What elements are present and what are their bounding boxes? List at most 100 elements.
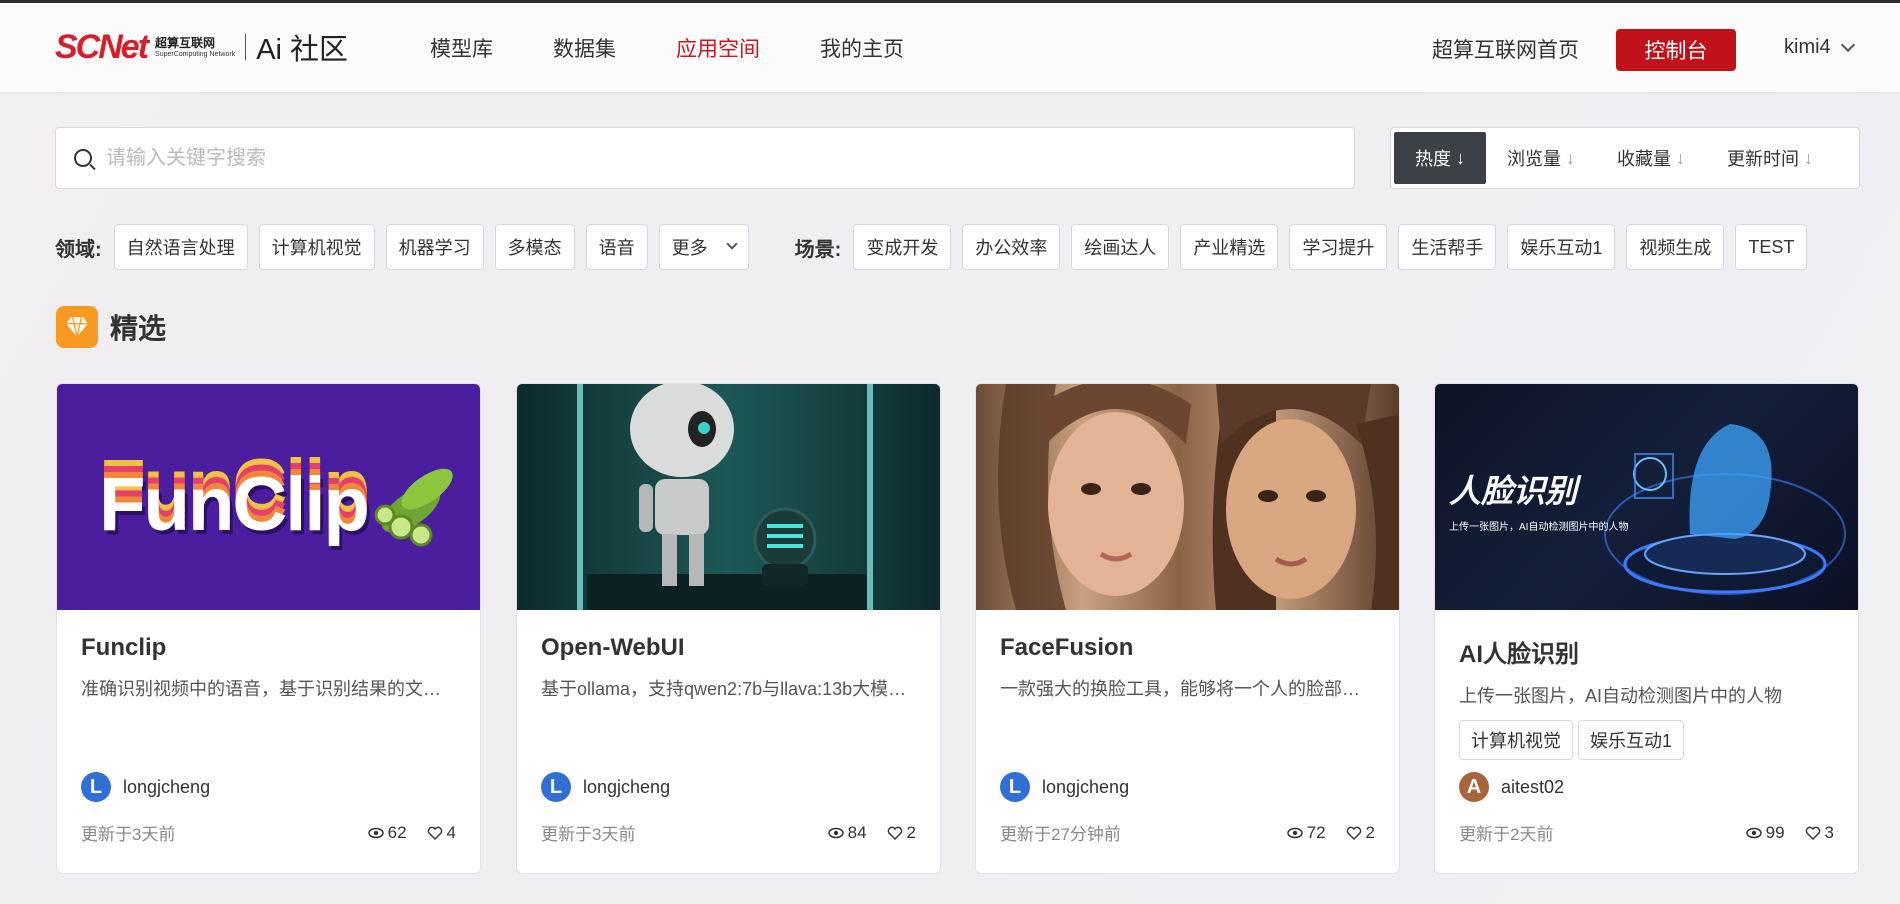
- view-count: 72: [1286, 823, 1326, 843]
- card-meta: 更新于27分钟前 72 2: [1000, 820, 1375, 845]
- sort-bar: 热度 ↓ 浏览量 ↓ 收藏量 ↓ 更新时间 ↓: [1390, 127, 1860, 189]
- faces-illustration: [998, 384, 1399, 610]
- diamond-icon: [56, 306, 98, 348]
- scene-tag-life[interactable]: 生活帮手: [1398, 224, 1497, 270]
- card-title: Open-WebUI: [541, 634, 685, 661]
- user-menu[interactable]: kimi4: [1784, 36, 1855, 59]
- card-author[interactable]: L longjcheng: [81, 772, 210, 802]
- image-title: 人脸识别: [1449, 473, 1578, 509]
- updated-time: 更新于27分钟前: [1000, 825, 1121, 844]
- heart-icon: [427, 826, 442, 840]
- search-box[interactable]: [55, 127, 1355, 189]
- filter-row: 领域: 自然语言处理 计算机视觉 机器学习 多模态 语音 更多 场景: 变成开发…: [55, 224, 1818, 270]
- scene-label: 场景:: [794, 238, 842, 261]
- avatar: A: [1459, 772, 1489, 802]
- card-description: 上传一张图片，AI自动检测图片中的人物: [1459, 686, 1783, 706]
- logo-ai-community: Ai 社区: [256, 34, 349, 66]
- funclip-logo-text: FunClip: [99, 461, 370, 547]
- user-name: kimi4: [1784, 36, 1831, 58]
- like-count[interactable]: 4: [427, 823, 456, 843]
- scene-tag-industry[interactable]: 产业精选: [1180, 224, 1279, 270]
- domain-tag-ml[interactable]: 机器学习: [385, 224, 484, 270]
- logo-wordmark: SCNet: [55, 27, 149, 66]
- card-author[interactable]: L longjcheng: [1000, 772, 1129, 802]
- domain-tag-speech[interactable]: 语音: [585, 224, 648, 270]
- like-count[interactable]: 2: [1346, 823, 1375, 843]
- eye-icon: [827, 827, 844, 838]
- card-meta: 更新于3天前 62 4: [81, 820, 456, 845]
- scene-tag-video[interactable]: 视频生成: [1626, 224, 1725, 270]
- updated-time: 更新于2天前: [1459, 825, 1554, 844]
- scene-tag-drawing[interactable]: 绘画达人: [1071, 224, 1170, 270]
- eye-icon: [1286, 827, 1303, 838]
- top-header: SCNet 超算互联网 SuperComputing Network Ai 社区…: [0, 0, 1900, 92]
- app-card-facefusion[interactable]: FaceFusion 一款强大的换脸工具，能够将一个人的脸部… L longjc…: [975, 383, 1400, 874]
- card-tag[interactable]: 计算机视觉: [1459, 720, 1573, 760]
- heart-icon: [1346, 826, 1361, 840]
- card-tag[interactable]: 娱乐互动1: [1578, 720, 1685, 760]
- card-title: Funclip: [81, 634, 167, 661]
- featured-section-header: 精选: [56, 306, 166, 348]
- scnet-logo[interactable]: SCNet 超算互联网 SuperComputing Network Ai 社区: [55, 27, 348, 67]
- scene-tag-learning[interactable]: 学习提升: [1289, 224, 1388, 270]
- image-subtitle: 上传一张图片，AI自动检测图片中的人物: [1449, 522, 1629, 533]
- card-description: 一款强大的换脸工具，能够将一个人的脸部…: [1000, 679, 1360, 699]
- chevron-down-icon: [726, 238, 738, 250]
- card-tags: 计算机视觉 娱乐互动1: [1459, 720, 1834, 760]
- scene-tag-dev[interactable]: 变成开发: [853, 224, 952, 270]
- card-image: FunClip: [57, 384, 480, 610]
- updated-time: 更新于3天前: [81, 825, 176, 844]
- domain-tag-multimodal[interactable]: 多模态: [494, 224, 575, 270]
- card-image: [976, 384, 1399, 610]
- nav-item-app-space[interactable]: 应用空间: [676, 33, 760, 63]
- domain-tag-cv[interactable]: 计算机视觉: [258, 224, 375, 270]
- view-count: 62: [367, 823, 407, 843]
- card-author[interactable]: L longjcheng: [541, 772, 670, 802]
- sort-by-favorites[interactable]: 收藏量 ↓: [1596, 132, 1706, 184]
- search-icon: [74, 149, 92, 167]
- supercomputing-home-link[interactable]: 超算互联网首页: [1432, 34, 1579, 64]
- card-author[interactable]: A aitest02: [1459, 772, 1564, 802]
- heart-icon: [1805, 826, 1820, 840]
- nav-item-my-home[interactable]: 我的主页: [820, 33, 904, 63]
- chevron-down-icon: [1840, 37, 1855, 52]
- card-title: FaceFusion: [1000, 634, 1134, 661]
- author-name: aitest02: [1501, 776, 1565, 797]
- logo-cn: 超算互联网: [155, 35, 216, 50]
- author-name: longjcheng: [583, 776, 671, 797]
- card-description: 准确识别视频中的语音，基于识别结果的文…: [81, 679, 441, 699]
- card-description: 基于ollama，支持qwen2:7b与llava:13b大模…: [541, 679, 907, 699]
- arrow-down-icon: ↓: [1804, 147, 1813, 168]
- logo-en: SuperComputing Network: [155, 50, 236, 58]
- like-count[interactable]: 3: [1805, 823, 1834, 843]
- app-card-open-webui[interactable]: Open-WebUI 基于ollama，支持qwen2:7b与llava:13b…: [516, 383, 941, 874]
- card-meta: 更新于2天前 99 3: [1459, 820, 1834, 845]
- app-card-funclip[interactable]: FunClip Funclip 准确识别视频中的语音，基于识别结果的文… L l…: [56, 383, 481, 874]
- arrow-down-icon: ↓: [1566, 147, 1575, 168]
- scene-tag-office[interactable]: 办公效率: [962, 224, 1061, 270]
- avatar: L: [81, 772, 111, 802]
- sort-by-update-time[interactable]: 更新时间 ↓: [1706, 132, 1834, 184]
- arrow-down-icon: ↓: [1456, 147, 1465, 168]
- author-name: longjcheng: [123, 776, 211, 797]
- domain-more-dropdown[interactable]: 更多: [658, 224, 749, 270]
- console-button[interactable]: 控制台: [1616, 29, 1736, 71]
- app-card-ai-face-recognition[interactable]: 人脸识别 上传一张图片，AI自动检测图片中的人物 AI人脸识别 上传一张图片，A…: [1434, 383, 1859, 874]
- scene-tag-entertainment[interactable]: 娱乐互动1: [1507, 224, 1616, 270]
- like-count[interactable]: 2: [887, 823, 916, 843]
- card-title: AI人脸识别: [1459, 641, 1579, 668]
- sort-by-popularity[interactable]: 热度 ↓: [1394, 132, 1486, 184]
- eye-icon: [367, 827, 384, 838]
- updated-time: 更新于3天前: [541, 825, 636, 844]
- author-name: longjcheng: [1042, 776, 1130, 797]
- robot-illustration: [577, 384, 873, 610]
- nav-item-datasets[interactable]: 数据集: [553, 33, 616, 63]
- eye-icon: [1745, 827, 1762, 838]
- search-input[interactable]: [106, 146, 1306, 170]
- nav-item-models[interactable]: 模型库: [430, 33, 493, 63]
- sort-by-views[interactable]: 浏览量 ↓: [1486, 132, 1596, 184]
- domain-tag-nlp[interactable]: 自然语言处理: [113, 224, 248, 270]
- scene-tag-test[interactable]: TEST: [1735, 224, 1808, 270]
- view-count: 99: [1745, 823, 1785, 843]
- avatar: L: [541, 772, 571, 802]
